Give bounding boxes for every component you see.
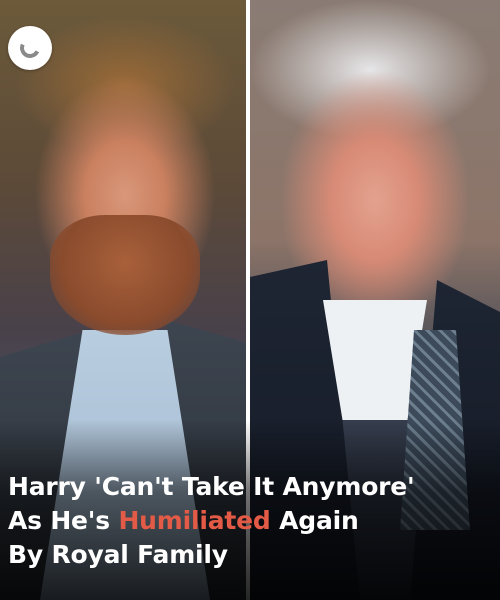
news-card[interactable]: Harry 'Can't Take It Anymore' As He's Hu… bbox=[0, 0, 500, 600]
brand-logo-icon[interactable] bbox=[8, 26, 52, 70]
headline-highlight: Humiliated bbox=[118, 506, 271, 535]
headline-line-2: As He's Humiliated Again bbox=[8, 504, 492, 538]
headline[interactable]: Harry 'Can't Take It Anymore' As He's Hu… bbox=[8, 470, 492, 572]
headline-line-1: Harry 'Can't Take It Anymore' bbox=[8, 472, 415, 501]
logo-mark-icon bbox=[17, 35, 43, 61]
headline-line-3: By Royal Family bbox=[8, 540, 228, 569]
headline-line-2-pre: As He's bbox=[8, 506, 119, 535]
left-photo-beard bbox=[50, 215, 200, 335]
headline-line-2-post: Again bbox=[270, 506, 359, 535]
